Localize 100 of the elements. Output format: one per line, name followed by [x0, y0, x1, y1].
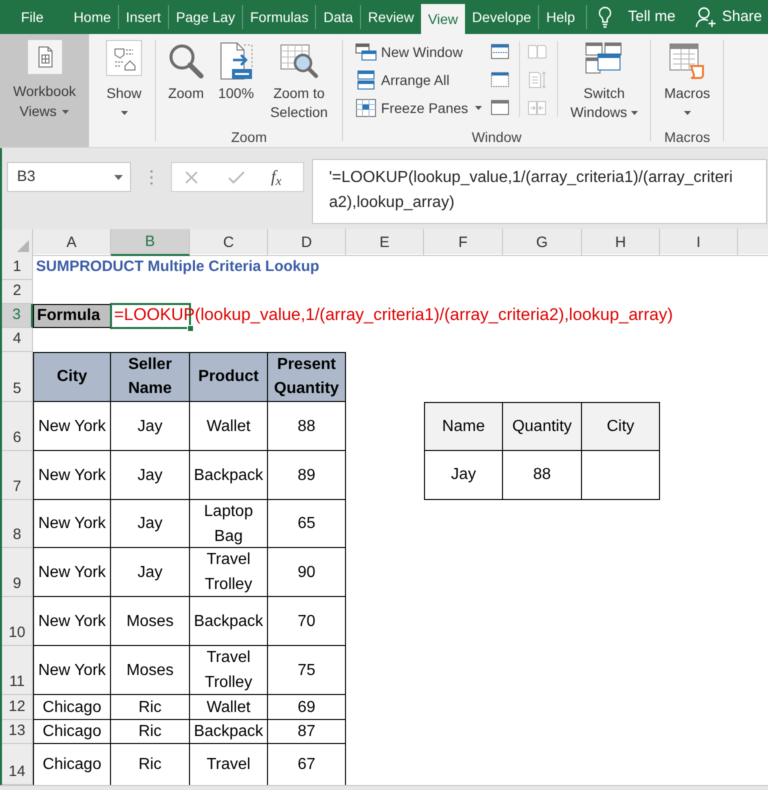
- table-cell: Backpack: [190, 451, 268, 500]
- grip-icon[interactable]: [150, 170, 153, 185]
- row-header[interactable]: 14: [2, 744, 33, 785]
- freeze-panes-button[interactable]: Freeze Panes: [355, 97, 482, 119]
- row-header[interactable]: 5: [2, 352, 33, 402]
- table-cell: 89: [268, 451, 346, 500]
- zoom-100-button[interactable]: 100%: [214, 41, 258, 103]
- ribbon-tab[interactable]: Develope: [465, 0, 538, 34]
- sheet-title: SUMPRODUCT Multiple Criteria Lookup: [35, 258, 320, 276]
- table-cell: Moses: [111, 597, 190, 646]
- row-header[interactable]: 9: [2, 548, 33, 597]
- column-header[interactable]: H: [582, 229, 660, 256]
- column-header[interactable]: B: [111, 229, 190, 256]
- ribbon-tab[interactable]: Formulas: [243, 0, 316, 34]
- ribbon-tab[interactable]: Help: [539, 0, 582, 34]
- formula-field[interactable]: '=LOOKUP(lookup_value,1/(array_criteria1)/(array_criteria2),lookup_array): [312, 159, 767, 224]
- column-heading: Name: [424, 402, 503, 451]
- row-header[interactable]: 13: [2, 720, 33, 744]
- table-cell: 88: [268, 402, 346, 451]
- table-cell: 88: [503, 451, 582, 500]
- row-header[interactable]: 8: [2, 500, 33, 548]
- row-header[interactable]: 2: [2, 280, 33, 304]
- table-cell: Travel Trolley: [190, 646, 268, 695]
- group-label: Window: [470, 128, 522, 147]
- table-cell: New York: [33, 548, 111, 597]
- table-cell: Backpack: [190, 597, 268, 646]
- column-heading: City: [582, 402, 660, 451]
- ribbon-tab[interactable]: Page Lay: [168, 0, 242, 34]
- row-header[interactable]: 4: [2, 328, 33, 352]
- lightbulb-icon: [598, 6, 612, 28]
- row-header[interactable]: 12: [2, 695, 33, 720]
- table-cell: Ric: [111, 720, 190, 744]
- caret-icon: [120, 111, 128, 115]
- table-cell: Wallet: [190, 695, 268, 720]
- window-icon[interactable]: [490, 98, 510, 118]
- row-header[interactable]: 3: [2, 304, 33, 328]
- table-cell: Jay: [111, 451, 190, 500]
- caret-icon: [62, 110, 70, 114]
- ribbon-tab[interactable]: Review: [361, 0, 421, 34]
- split-window-icon[interactable]: [490, 42, 510, 62]
- ribbon-tab[interactable]: Data: [316, 0, 360, 34]
- dotted-window-icon[interactable]: [490, 70, 510, 90]
- table-cell: 90: [268, 548, 346, 597]
- formula-label-cell: Formula: [33, 304, 111, 328]
- table-cell: New York: [33, 451, 111, 500]
- grid-icon: [355, 98, 377, 118]
- ribbon-tab[interactable]: File: [14, 0, 51, 34]
- column-header[interactable]: F: [424, 229, 503, 256]
- column-header[interactable]: D: [268, 229, 346, 256]
- workbook-views-button[interactable]: Workbook Views: [0, 34, 89, 147]
- column-heading: Seller Name: [111, 352, 190, 402]
- column-heading: Present Quantity: [268, 352, 346, 402]
- fill-handle[interactable]: [187, 325, 194, 332]
- show-button[interactable]: Show: [95, 34, 153, 147]
- row-header[interactable]: 7: [2, 451, 33, 500]
- insert-function-button[interactable]: f$_{x}$: [271, 167, 282, 187]
- triangle-icon: [17, 240, 29, 252]
- table-cell: Ric: [111, 695, 190, 720]
- column-header[interactable]: I: [660, 229, 738, 256]
- arrange-all-button[interactable]: Arrange All: [355, 69, 482, 91]
- table-cell: 87: [268, 720, 346, 744]
- table-cell: 65: [268, 500, 346, 548]
- stacked-windows-icon: [355, 70, 377, 90]
- row-header[interactable]: 6: [2, 402, 33, 451]
- zoom-button[interactable]: Zoom: [164, 41, 208, 103]
- table-cell: Laptop Bag: [190, 500, 268, 548]
- column-heading: Product: [190, 352, 268, 402]
- table-cell: 75: [268, 646, 346, 695]
- row-header[interactable]: 1: [2, 254, 33, 280]
- person-add-icon: [694, 6, 717, 28]
- table-cell: Jay: [111, 548, 190, 597]
- macros-button[interactable]: Macros: [655, 41, 720, 115]
- row-header[interactable]: 11: [2, 646, 33, 695]
- column-header[interactable]: E: [346, 229, 424, 256]
- table-cell: Backpack: [190, 720, 268, 744]
- table-cell: New York: [33, 597, 111, 646]
- page-arrow-icon: [218, 41, 254, 81]
- column-header[interactable]: G: [503, 229, 582, 256]
- tell-me-search[interactable]: Tell me: [598, 0, 676, 34]
- caret-icon: [631, 111, 638, 116]
- ribbon-tab[interactable]: Home: [66, 0, 118, 34]
- group-label: Macros: [663, 128, 712, 147]
- new-window-button[interactable]: New Window: [355, 41, 482, 63]
- horizontal-scrollbar[interactable]: [0, 785, 768, 790]
- table-cell: 70: [268, 597, 346, 646]
- table-cell: Jay: [111, 500, 190, 548]
- caret-icon: [684, 111, 691, 115]
- switch-windows-button[interactable]: Switch Windows: [562, 41, 646, 122]
- page-grid-icon: [28, 40, 62, 74]
- table-cell: Jay: [111, 402, 190, 451]
- share-button[interactable]: Share: [694, 0, 762, 34]
- ribbon-tab[interactable]: View: [420, 4, 466, 34]
- column-header[interactable]: C: [190, 229, 268, 256]
- table-cell: Chicago: [33, 695, 111, 720]
- table-cell: New York: [33, 402, 111, 451]
- name-box[interactable]: B3: [7, 162, 131, 192]
- ribbon-tab[interactable]: Insert: [118, 0, 168, 34]
- zoom-to-selection-button[interactable]: Zoom to Selection: [264, 41, 334, 122]
- row-header[interactable]: 10: [2, 597, 33, 646]
- table-cell: Wallet: [190, 402, 268, 451]
